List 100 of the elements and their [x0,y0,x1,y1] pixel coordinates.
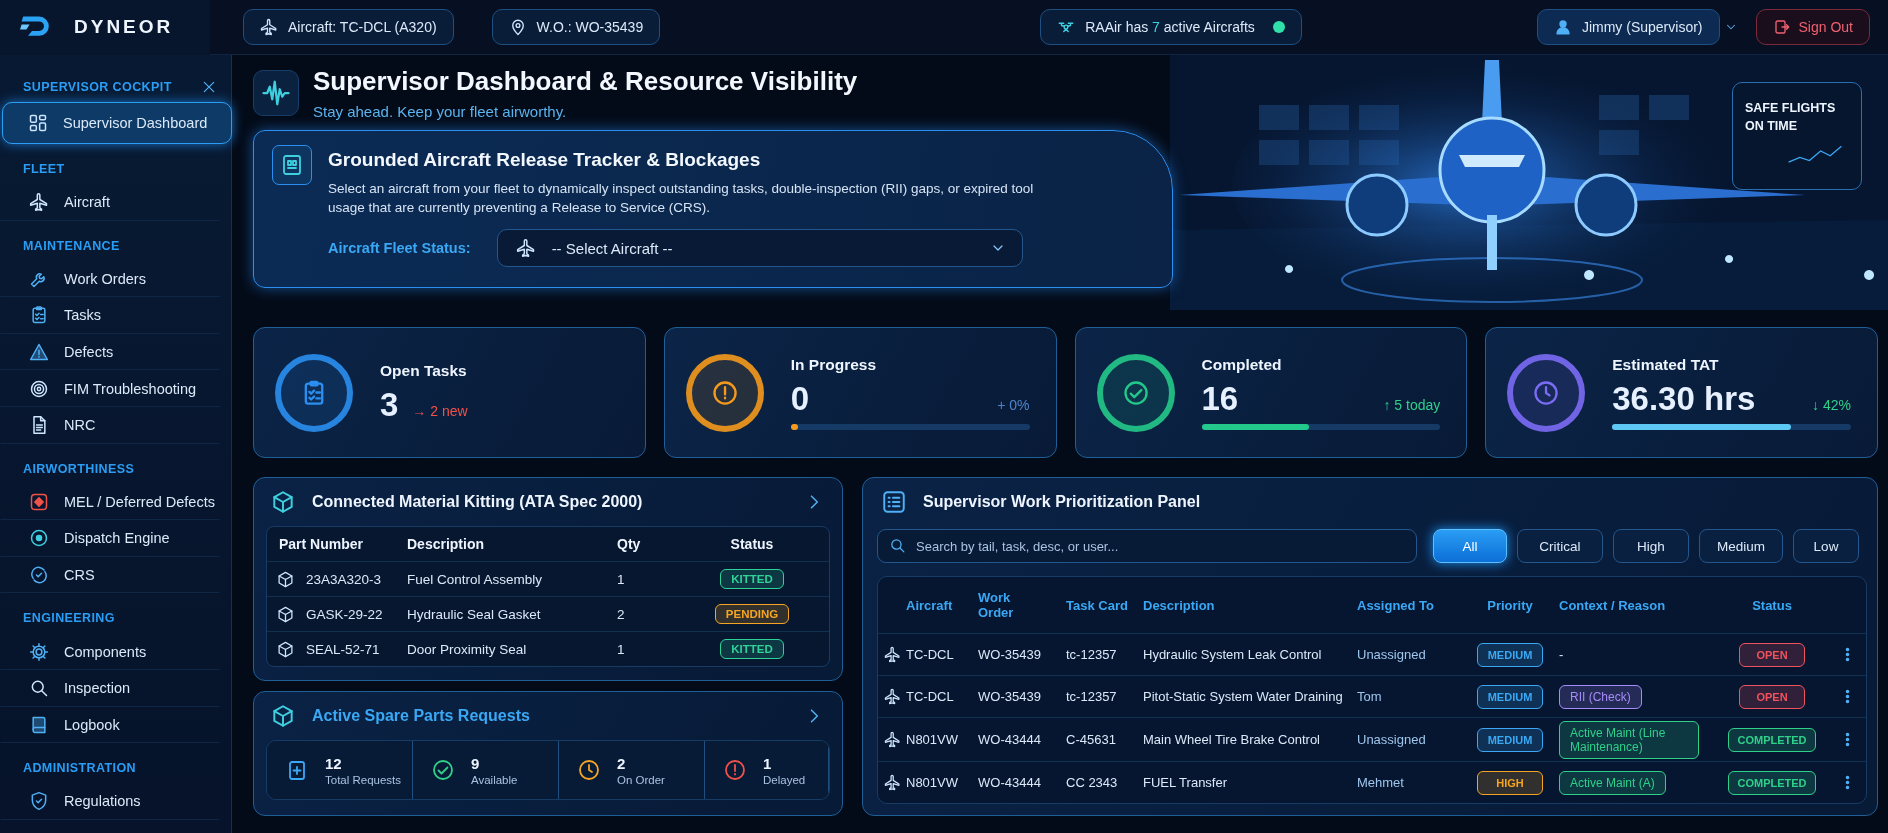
table-cell: - [1559,647,1564,662]
status-pill: MEDIUM [1477,642,1543,667]
table-cell-text: N801VW [906,732,960,747]
panel-title: Active Spare Parts Requests [312,707,531,725]
card-description: Select an aircraft from your fleet to dynamically inspect outstanding tasks, double-inspection (RII) gaps, or expired tool usage that are currently preventing a Release to Service (CRS). [328,180,1035,217]
kpi-value: 16 [1201,379,1239,418]
kpi-change: ↑ 5 today [1383,396,1441,413]
sidebar-item[interactable]: MEL / Deferred Defects [0,483,220,521]
sidebar-item[interactable]: FIM Troubleshooting [0,370,220,407]
plane-icon [884,774,901,791]
cube-icon [277,605,294,623]
sidebar-item[interactable]: NRC [0,406,220,444]
column-header: Aircraft [906,597,954,613]
card-title: Grounded Aircraft Release Tracker & Blockages [328,149,762,171]
field-label: Aircraft Fleet Status: [328,240,471,256]
panel-title: Supervisor Work Prioritization Panel [923,493,1202,511]
sidebar-item[interactable]: Inspection [0,669,220,707]
kpi-title: In Progress [790,355,878,374]
table-cell-text: Main Wheel Tire Brake Control [1143,732,1321,747]
table-cell-text: 2 [617,606,626,622]
stat-label: Delayed [763,773,806,786]
column-header: Description [407,536,485,552]
sidebar-item[interactable]: Components [0,633,220,670]
sidebar-item[interactable]: Supervisor Dashboard [2,102,232,144]
status-pill: Active Maint (A) [1559,770,1666,795]
column-header: Priority [1486,597,1534,613]
dashboard-icon [28,113,48,133]
table-cell-text: TC-DCL [906,689,955,704]
user-menu[interactable]: Jimmy (Supervisor) [1536,9,1720,45]
kpi-title: Completed [1201,355,1283,374]
stat-count: 1 [763,754,773,772]
shield-icon [29,791,49,812]
column-header: Status [729,536,775,552]
sidebar-item[interactable]: Work Orders [0,260,220,298]
sidebar-item[interactable]: Regulations [0,783,220,820]
plane-icon [260,18,278,36]
aircraft-chip[interactable]: Aircraft: TC-DCL (A320) [243,9,454,45]
sidebar-item[interactable]: Logbook [0,706,220,744]
cube-icon [277,570,294,588]
filter-tab[interactable]: Low [1793,529,1859,563]
plane-icon [515,238,536,258]
kpi-change: ↓ 42% [1812,396,1851,413]
book-icon [29,714,49,735]
status-pill: OPEN [1739,684,1805,709]
filter-tab[interactable]: High [1613,529,1689,563]
table-cell: GASK-29-22 [306,606,383,622]
user-icon [1553,18,1572,36]
table-cell: SEAL-52-71 [306,641,380,657]
stat-count: 12 [325,754,343,772]
plane-icon [29,192,49,213]
status-pill: OPEN [1739,642,1805,667]
status-pill: KITTED [720,569,784,589]
search-field[interactable]: Search by tail, task, desc, or user... [877,529,1417,563]
column-header: Task Card [1066,597,1129,613]
kpi-change: → 2 new [412,402,468,419]
kpi-title: Estimated TAT [1612,355,1720,374]
filter-tab[interactable]: Critical [1517,529,1603,563]
filter-tab[interactable]: Medium [1699,529,1783,563]
section-title: ADMINISTRATION [23,761,136,776]
sidebar-item[interactable]: Tasks [0,297,220,334]
sidebar-item[interactable]: Aircraft [0,184,220,221]
clock-icon [577,758,601,782]
plane-icon [884,731,901,748]
kpi-title: Open Tasks [380,361,468,380]
sidebar-item[interactable]: Dispatch Engine [0,520,220,557]
warning-icon [29,342,49,363]
table-cell-text: Tom [1357,689,1383,704]
sidebar-item[interactable]: Defects [0,333,220,371]
table-cell-text: WO-43444 [978,732,1042,747]
stat-label: Available [471,773,518,786]
stat-count: 2 [617,754,627,772]
status-pill: COMPLETED [1728,727,1816,752]
check-icon [431,758,455,782]
table-cell-text: FUEL Transfer [1143,775,1229,790]
column-header: Description [1143,597,1216,613]
table-cell-text: Hydraulic System Leak Control [1143,647,1323,662]
target-icon [29,378,49,399]
table-cell-text: tc-12357 [1066,647,1118,662]
filter-tab[interactable]: All [1433,529,1507,563]
table-cell-text: N801VW [906,775,960,790]
section-title: AIRWORTHINESS [23,461,135,476]
fleet-status-text: RAAir has 7 active Aircrafts [1085,19,1255,35]
status-pill: COMPLETED [1728,770,1816,795]
column-header: Assigned To [1357,597,1436,613]
aircraft-select[interactable]: -- Select Aircraft -- [496,229,1023,267]
status-pill: Active Maint (Line Maintenance) [1559,720,1699,759]
plane-icon [884,688,901,705]
kpi-value: 36.30 hrs [1612,379,1756,418]
status-pill: RII (Check) [1559,684,1642,709]
dial-icon [29,528,49,549]
kpi-change: + 0% [997,396,1030,413]
pulse-icon [253,70,299,116]
work-order-chip[interactable]: W.O.: WO-35439 [491,9,661,45]
table-cell-text: WO-35439 [978,689,1042,704]
table-cell-text: Door Proximity Seal [407,641,528,657]
brand-name: DYNEOR [74,16,174,38]
table-cell-text: Unassigned [1357,732,1427,747]
list-icon [881,489,907,515]
sidebar-item[interactable]: CRS [0,556,220,594]
sign-out-button[interactable]: Sign Out [1755,9,1870,45]
